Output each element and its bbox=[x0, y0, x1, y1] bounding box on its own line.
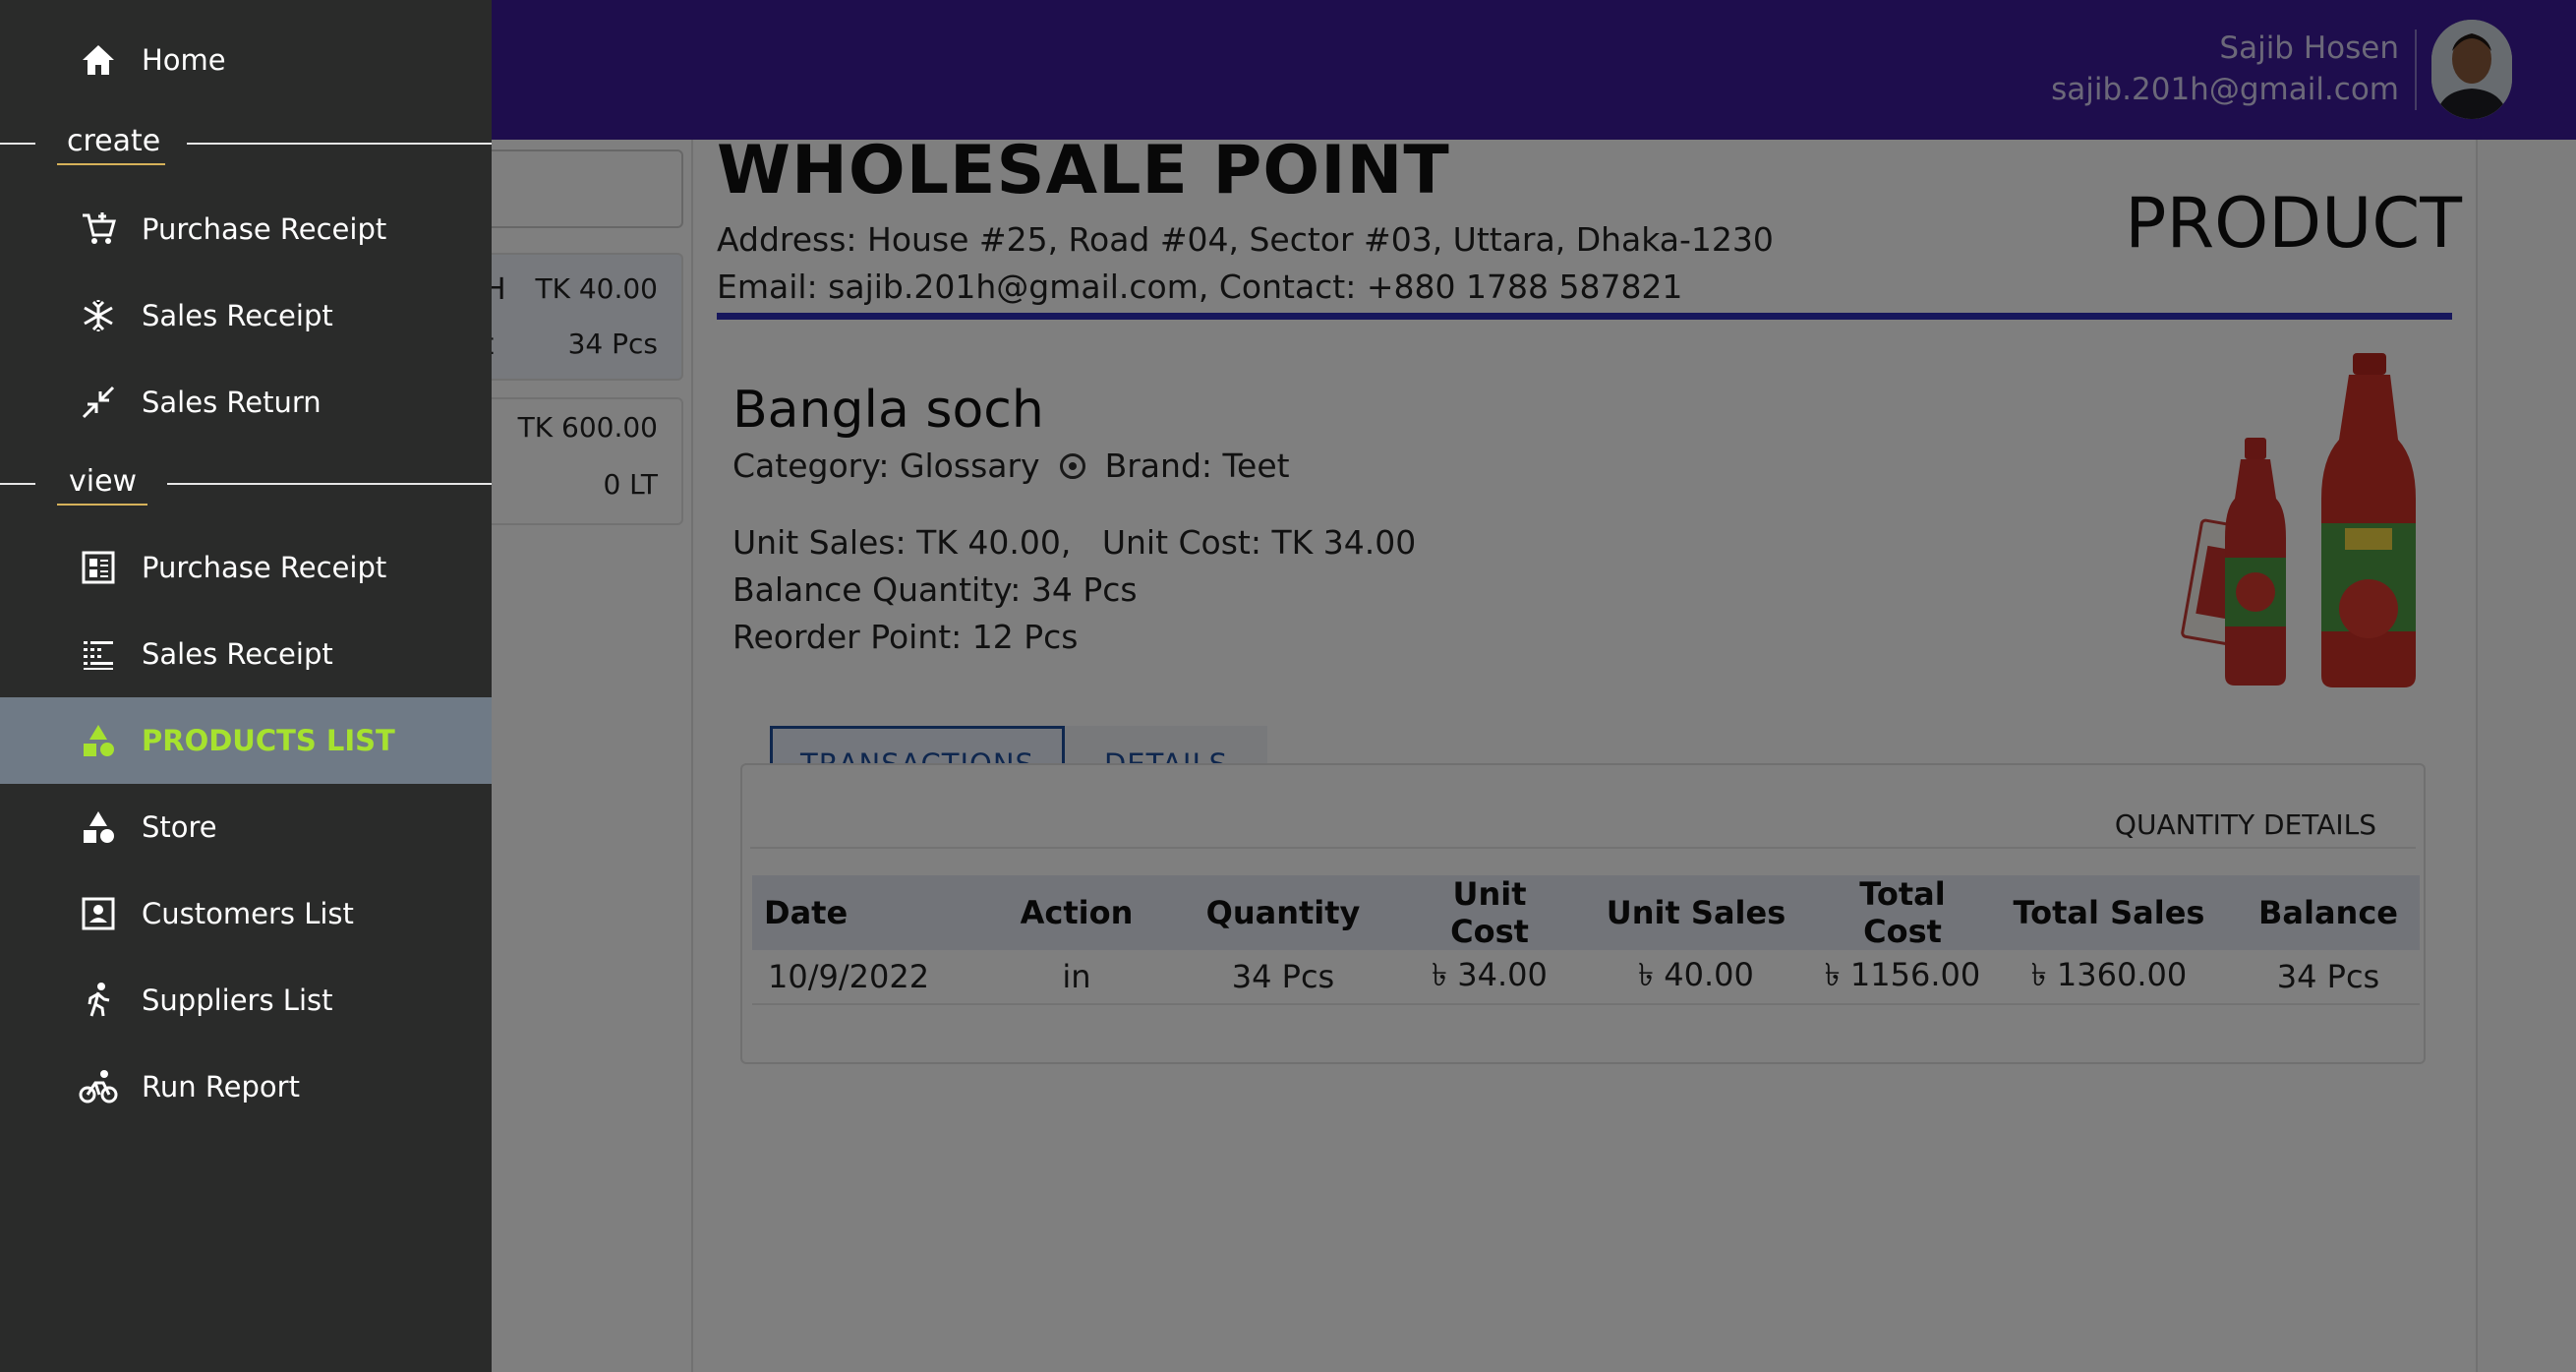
section-label: create bbox=[67, 124, 161, 158]
contact-card-icon bbox=[79, 894, 118, 933]
nav-item-label: Purchase Receipt bbox=[142, 551, 387, 584]
section-label: view bbox=[69, 464, 138, 499]
nav-item-label: Home bbox=[142, 43, 226, 77]
nav-item-label: PRODUCTS LIST bbox=[142, 724, 395, 757]
nav-item-label: Sales Receipt bbox=[142, 299, 333, 332]
nav-item-run-report[interactable]: Run Report bbox=[0, 1044, 492, 1130]
divider bbox=[187, 143, 492, 145]
nav-item-suppliers-list[interactable]: Suppliers List bbox=[0, 957, 492, 1044]
snowflake-icon bbox=[79, 296, 118, 335]
nav-item-label: Purchase Receipt bbox=[142, 212, 387, 246]
divider bbox=[0, 143, 35, 145]
divider bbox=[57, 504, 147, 506]
divider bbox=[167, 483, 492, 485]
shapes-icon bbox=[79, 807, 118, 847]
nav-item-home[interactable]: Home bbox=[0, 17, 492, 103]
nav-item-view-sales-receipt[interactable]: Sales Receipt bbox=[0, 611, 492, 697]
nav-item-label: Sales Receipt bbox=[142, 637, 333, 671]
cart-add-icon bbox=[79, 209, 118, 249]
divider bbox=[0, 483, 35, 485]
navigation-drawer: Home create Purchase Receipt Sales Recei… bbox=[0, 0, 492, 1372]
nav-item-label: Sales Return bbox=[142, 386, 322, 419]
nav-item-create-sales-receipt[interactable]: Sales Receipt bbox=[0, 272, 492, 359]
receipt-grid-icon bbox=[79, 548, 118, 587]
nav-item-label: Suppliers List bbox=[142, 984, 333, 1017]
divider bbox=[57, 163, 165, 165]
home-icon bbox=[79, 40, 118, 80]
nav-item-create-sales-return[interactable]: Sales Return bbox=[0, 359, 492, 446]
arrows-in-icon bbox=[79, 383, 118, 422]
nav-item-products-list[interactable]: PRODUCTS LIST bbox=[0, 697, 492, 784]
bike-icon bbox=[79, 1067, 118, 1106]
walking-icon bbox=[79, 981, 118, 1020]
nav-item-label: Store bbox=[142, 810, 217, 844]
nav-item-label: Customers List bbox=[142, 897, 354, 930]
nav-item-customers-list[interactable]: Customers List bbox=[0, 870, 492, 957]
section-header-create: create bbox=[0, 124, 492, 165]
nav-item-view-purchase-receipt[interactable]: Purchase Receipt bbox=[0, 524, 492, 611]
nav-item-label: Run Report bbox=[142, 1070, 300, 1104]
nav-item-create-purchase-receipt[interactable]: Purchase Receipt bbox=[0, 186, 492, 272]
nav-item-store[interactable]: Store bbox=[0, 784, 492, 870]
section-header-view: view bbox=[0, 464, 492, 506]
shapes-icon bbox=[79, 721, 118, 760]
list-grid-icon bbox=[79, 634, 118, 674]
